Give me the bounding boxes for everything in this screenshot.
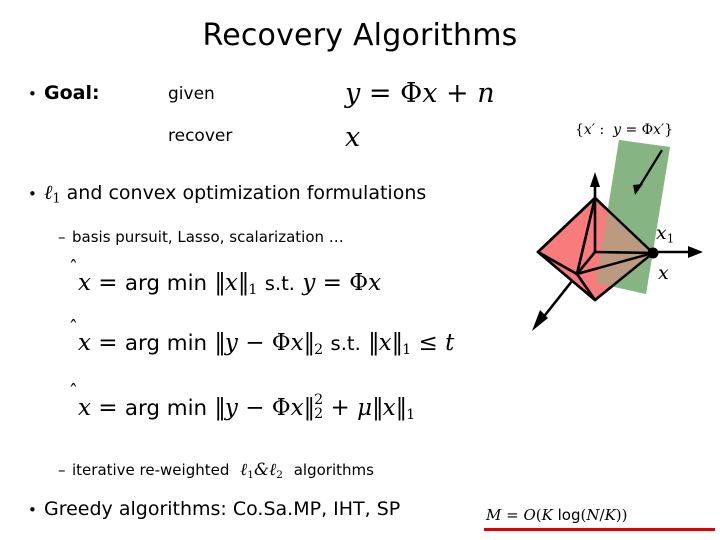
goal-given-word: given bbox=[168, 84, 215, 104]
iterative-ell-math: ℓ1&ℓ2 bbox=[229, 460, 283, 481]
ell-subscript: 1 bbox=[52, 191, 61, 207]
equation-recover-target: x bbox=[345, 122, 361, 153]
axis-arrow-vertical-icon bbox=[590, 172, 600, 187]
solution-point-marker bbox=[647, 247, 659, 259]
goal-recover-word: recover bbox=[168, 126, 233, 146]
bullet-l1-convex-text: and convex optimization formulations bbox=[60, 182, 427, 204]
bullet-greedy-text: Greedy algorithms: Co.Sa.MP, IHT, SP bbox=[44, 498, 401, 520]
equation-lasso-constrained: x̂ = arg min ‖y − Φx‖2 s.t. ‖x‖1 ≤ t bbox=[78, 330, 455, 358]
bullet-marker-icon: • bbox=[28, 84, 37, 103]
bullet-goal-label: Goal: bbox=[44, 82, 100, 104]
dash-marker-icon: – bbox=[58, 461, 66, 479]
bullet-greedy-algorithms: • Greedy algorithms: Co.Sa.MP, IHT, SP bbox=[28, 498, 400, 520]
bullet-marker-icon: • bbox=[28, 184, 37, 203]
point-label-x1: x1 bbox=[656, 222, 675, 246]
slide-canvas: Recovery Algorithms • Goal: given recover… bbox=[0, 0, 720, 540]
equation-basis-pursuit: x̂ = arg min ‖x‖1 s.t. y = Φx bbox=[78, 270, 382, 298]
hyperplane-label: {x′ : y = Φx′} bbox=[575, 122, 674, 138]
point-label-x: x bbox=[658, 262, 669, 284]
sub-bullet-basis-pursuit-text: basis pursuit, Lasso, scalarization … bbox=[72, 228, 344, 246]
sub-bullet-iterative-text-after: algorithms bbox=[293, 461, 374, 479]
equation-measurement-model: y = Φx + n bbox=[345, 78, 495, 109]
page-title: Recovery Algorithms bbox=[202, 18, 518, 53]
axis-arrow-horizontal-icon bbox=[688, 246, 703, 258]
measurement-bound-underline bbox=[484, 528, 715, 531]
bullet-marker-icon: • bbox=[28, 500, 37, 519]
sub-bullet-basis-pursuit: – basis pursuit, Lasso, scalarization … bbox=[58, 228, 344, 246]
bullet-goal: • Goal: bbox=[28, 82, 100, 104]
dash-marker-icon: – bbox=[58, 228, 66, 246]
bullet-l1-convex: • ℓ1 and convex optimization formulations bbox=[28, 180, 426, 206]
diagram-l1-ball-hyperplane: {x′ : y = Φx′} x1 x bbox=[490, 110, 720, 350]
equation-lasso-penalized: x̂ = arg min ‖y − Φx‖22 + μ‖x‖1 bbox=[78, 392, 416, 423]
equation-measurement-bound: M = O(K log(N/K)) bbox=[486, 506, 628, 524]
sub-bullet-iterative-reweighted: – iterative re-weighted ℓ1&ℓ2 algorithms bbox=[58, 460, 374, 481]
sub-bullet-iterative-text-before: iterative re-weighted bbox=[72, 461, 230, 479]
